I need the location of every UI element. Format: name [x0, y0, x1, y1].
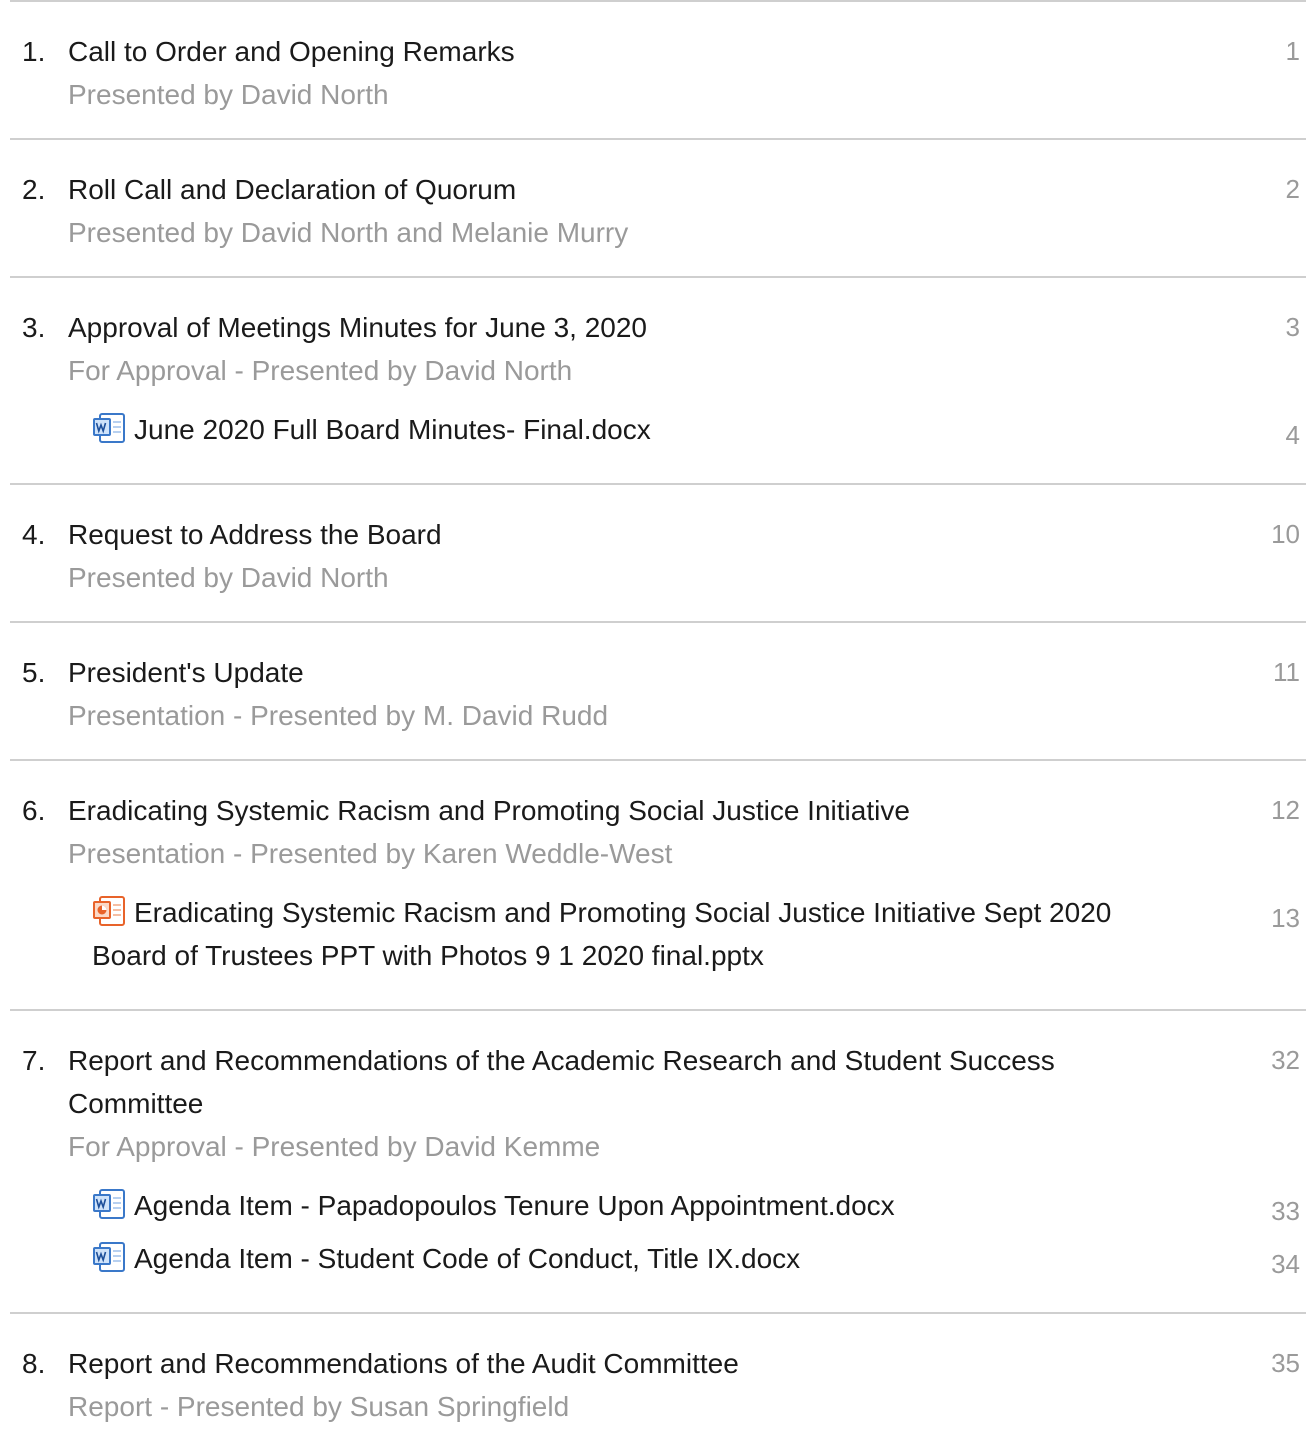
agenda-item-number: 8. — [22, 1348, 46, 1379]
agenda-item-title[interactable]: Report and Recommendations of the Academ… — [68, 1039, 1186, 1125]
agenda-item-text: Report and Recommendations of the Academ… — [68, 1039, 1306, 1168]
agenda-item-presenter: Presented by David North — [68, 79, 389, 110]
agenda-item-title[interactable]: President's Update — [68, 651, 1186, 694]
agenda-item-header: 7. Report and Recommendations of the Acad… — [10, 1039, 1306, 1168]
attachment-link[interactable]: June 2020 Full Board Minutes- Final.docx… — [10, 408, 1306, 451]
agenda-item-page-number: 35 — [1271, 1348, 1300, 1378]
word-document-icon — [92, 1241, 126, 1272]
agenda-item-number: 4. — [22, 519, 46, 550]
attachment-filename[interactable]: Agenda Item - Student Code of Conduct, T… — [134, 1243, 800, 1274]
agenda-item-page-number: 2 — [1285, 174, 1300, 204]
agenda-list: 1. Call to Order and Opening Remarks Prese… — [10, 0, 1306, 1450]
agenda-item-text: Approval of Meetings Minutes for June 3,… — [68, 306, 1306, 392]
attachment-list: June 2020 Full Board Minutes- Final.docx… — [10, 408, 1306, 451]
agenda-item-number: 7. — [22, 1045, 46, 1076]
agenda-item-text: President's Update Presentation - Present… — [68, 651, 1306, 737]
agenda-item-header: 3. Approval of Meetings Minutes for June … — [10, 306, 1306, 392]
attachment-filename[interactable]: June 2020 Full Board Minutes- Final.docx — [134, 414, 651, 445]
attachment-page-number: 4 — [1285, 420, 1300, 450]
agenda-item-title[interactable]: Call to Order and Opening Remarks — [68, 30, 1186, 73]
agenda-item-title[interactable]: Roll Call and Declaration of Quorum — [68, 168, 1186, 211]
agenda-item-title[interactable]: Request to Address the Board — [68, 513, 1186, 556]
attachment-list: Agenda Item - Papadopoulos Tenure Upon A… — [10, 1184, 1306, 1280]
agenda-item-presenter: Presentation - Presented by Karen Weddle… — [68, 838, 673, 869]
word-document-icon — [92, 1188, 126, 1219]
attachment-page-number: 13 — [1271, 903, 1300, 933]
agenda-item-text: Eradicating Systemic Racism and Promotin… — [68, 789, 1306, 875]
agenda-item-number: 3. — [22, 312, 46, 343]
agenda-item-page-number: 3 — [1285, 312, 1300, 342]
agenda-item-text: Report and Recommendations of the Audit … — [68, 1342, 1306, 1428]
powerpoint-document-icon — [92, 895, 126, 926]
agenda-item-presenter: Presented by David North and Melanie Mur… — [68, 217, 629, 248]
agenda-item-page-number: 11 — [1273, 657, 1300, 687]
agenda-item-page-number: 12 — [1271, 795, 1300, 825]
agenda-item-text: Request to Address the Board Presented by… — [68, 513, 1306, 599]
attachment-filename[interactable]: Agenda Item - Papadopoulos Tenure Upon A… — [134, 1190, 895, 1221]
agenda-item-text: Call to Order and Opening Remarks Present… — [68, 30, 1306, 116]
agenda-item-header: 5. President's Update Presentation - Prese… — [10, 651, 1306, 737]
attachment-link[interactable]: Agenda Item - Papadopoulos Tenure Upon A… — [10, 1184, 1306, 1227]
agenda-item-presenter: Presented by David North — [68, 562, 389, 593]
agenda-item-page-number: 10 — [1271, 519, 1300, 549]
agenda-item[interactable]: 1. Call to Order and Opening Remarks Prese… — [10, 0, 1306, 138]
agenda-item-number: 6. — [22, 795, 46, 826]
attachment-page-number: 33 — [1271, 1196, 1300, 1226]
agenda-item-presenter: Presentation - Presented by M. David Rud… — [68, 700, 609, 731]
attachment-link[interactable]: Eradicating Systemic Racism and Promotin… — [10, 891, 1306, 977]
agenda-item[interactable]: 6. Eradicating Systemic Racism and Promot… — [10, 759, 1306, 1009]
word-document-icon — [92, 412, 126, 443]
agenda-item[interactable]: 2. Roll Call and Declaration of Quorum Pre… — [10, 138, 1306, 276]
agenda-item-presenter: For Approval - Presented by David Kemme — [68, 1131, 601, 1162]
agenda-item-header: 1. Call to Order and Opening Remarks Prese… — [10, 30, 1306, 116]
agenda-item[interactable]: 8. Report and Recommendations of the Audi… — [10, 1312, 1306, 1450]
agenda-item[interactable]: 4. Request to Address the Board Presented … — [10, 483, 1306, 621]
agenda-item-title[interactable]: Report and Recommendations of the Audit … — [68, 1342, 1186, 1385]
attachment-filename[interactable]: Eradicating Systemic Racism and Promotin… — [92, 897, 1111, 971]
attachment-page-number: 34 — [1271, 1249, 1300, 1279]
agenda-item-page-number: 32 — [1271, 1045, 1300, 1075]
agenda-item-header: 4. Request to Address the Board Presented … — [10, 513, 1306, 599]
agenda-item-header: 2. Roll Call and Declaration of Quorum Pre… — [10, 168, 1306, 254]
attachment-link[interactable]: Agenda Item - Student Code of Conduct, T… — [10, 1237, 1306, 1280]
agenda-item[interactable]: 5. President's Update Presentation - Prese… — [10, 621, 1306, 759]
agenda-item-text: Roll Call and Declaration of Quorum Prese… — [68, 168, 1306, 254]
agenda-item-number: 1. — [22, 36, 46, 67]
agenda-item-title[interactable]: Eradicating Systemic Racism and Promotin… — [68, 789, 1186, 832]
agenda-item[interactable]: 7. Report and Recommendations of the Acad… — [10, 1009, 1306, 1312]
agenda-item[interactable]: 3. Approval of Meetings Minutes for June … — [10, 276, 1306, 483]
agenda-item-page-number: 1 — [1285, 36, 1300, 66]
attachment-list: Eradicating Systemic Racism and Promotin… — [10, 891, 1306, 977]
agenda-item-header: 8. Report and Recommendations of the Audi… — [10, 1342, 1306, 1428]
agenda-item-number: 5. — [22, 657, 46, 688]
agenda-item-title[interactable]: Approval of Meetings Minutes for June 3,… — [68, 306, 1186, 349]
agenda-item-presenter: For Approval - Presented by David North — [68, 355, 573, 386]
agenda-item-header: 6. Eradicating Systemic Racism and Promot… — [10, 789, 1306, 875]
agenda-item-presenter: Report - Presented by Susan Springfield — [68, 1391, 570, 1422]
agenda-item-number: 2. — [22, 174, 46, 205]
